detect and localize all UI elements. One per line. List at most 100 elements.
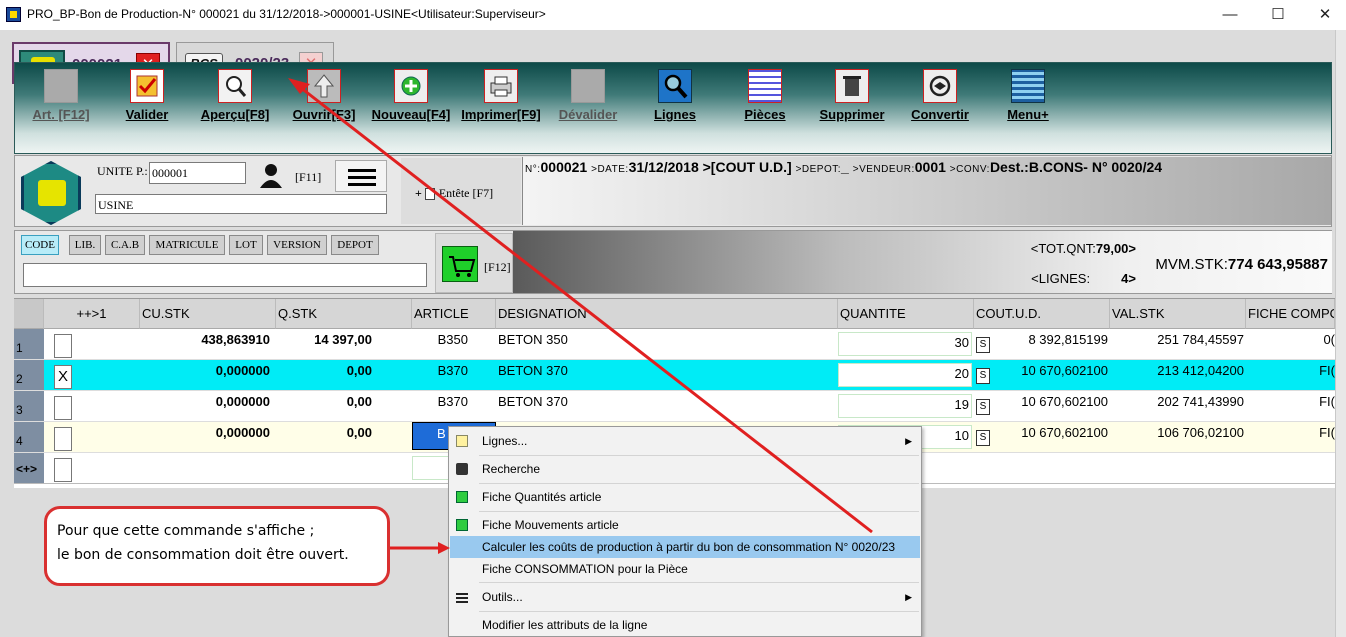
lignes-button[interactable]: Lignes [651, 69, 699, 122]
unite-label: UNITE P.: [97, 164, 148, 178]
user-icon[interactable] [253, 160, 289, 192]
usine-field[interactable]: USINE [95, 194, 387, 214]
menu-item-modifier-attributs[interactable]: Modifier les attributs de la ligne [450, 614, 920, 636]
add-to-cart-button[interactable]: [F12] [435, 233, 513, 293]
menu-item-label: Lignes... [482, 434, 528, 448]
col-header-order[interactable]: ++>1 [44, 299, 140, 329]
s-button[interactable]: S [976, 399, 990, 415]
green-m-icon [456, 519, 468, 531]
valider-button[interactable]: Valider [121, 69, 173, 122]
art-button[interactable]: Art. [F12] [31, 69, 91, 122]
button-label: Convertir [911, 107, 969, 122]
document-icon [456, 435, 468, 447]
menu-plus-button[interactable]: Menu+ [1003, 69, 1053, 122]
col-header-cu-stk[interactable]: CU.STK [140, 299, 276, 329]
q-stk-cell: 0,00 [346, 394, 372, 409]
tot-qnt-value: 79,00> [1095, 241, 1136, 256]
blank-square-icon [571, 69, 605, 103]
pieces-button[interactable]: Pièces [741, 69, 789, 122]
green-m-icon [456, 491, 468, 503]
magnifier-icon [218, 69, 252, 103]
cart-icon [442, 246, 478, 282]
search-tab-matricule[interactable]: MATRICULE [149, 235, 225, 255]
button-label: Supprimer [819, 107, 885, 122]
menu-item-label: Fiche Quantités article [482, 490, 602, 504]
s-button[interactable]: S [976, 337, 990, 353]
designation-cell[interactable]: BETON 370 [498, 391, 798, 421]
row-checkbox[interactable]: X [54, 365, 72, 389]
row-checkbox[interactable] [54, 334, 72, 358]
col-header-cout[interactable]: COUT.U.D. [974, 299, 1110, 329]
apercu-button[interactable]: Aperçu[F8] [199, 69, 271, 122]
search-tab-version[interactable]: VERSION [267, 235, 327, 255]
unite-field[interactable]: 000001 [149, 162, 246, 184]
button-label: Pièces [744, 107, 786, 122]
trash-icon [835, 69, 869, 103]
menu-item-fiche-mouvements[interactable]: Fiche Mouvements article [450, 514, 920, 536]
table-row[interactable]: 1 438,863910 14 397,00 B350 BETON 350 30… [14, 329, 1335, 360]
quantite-field[interactable]: 19 [838, 394, 972, 418]
quantite-field[interactable]: 30 [838, 332, 972, 356]
col-header-q-stk[interactable]: Q.STK [276, 299, 412, 329]
q-stk-cell: 0,00 [346, 425, 372, 440]
nouveau-button[interactable]: Nouveau[F4] [369, 69, 453, 122]
search-input[interactable] [23, 263, 427, 287]
devalider-button[interactable]: Dévalider [555, 69, 621, 122]
menu-item-label: Fiche CONSOMMATION pour la Pièce [482, 562, 688, 576]
search-tab-code[interactable]: CODE [21, 235, 59, 255]
search-tab-lot[interactable]: LOT [229, 235, 263, 255]
menu-item-fiche-quantites[interactable]: Fiche Quantités article [450, 486, 920, 508]
minimize-button[interactable]: — [1210, 4, 1250, 26]
vertical-scrollbar[interactable] [1335, 30, 1346, 637]
grid-corner [14, 299, 44, 329]
lignes-value: 4> [1121, 271, 1136, 286]
convertir-button[interactable]: Convertir [909, 69, 971, 122]
col-header-val-stk[interactable]: VAL.STK [1110, 299, 1246, 329]
menu-item-outils[interactable]: Outils... ▶ [450, 586, 920, 608]
q-stk-cell: 0,00 [346, 363, 372, 378]
col-header-fiche[interactable]: FICHE COMPO [1246, 299, 1335, 329]
search-tab-cab[interactable]: C.A.B [105, 235, 145, 255]
app-icon [6, 7, 21, 22]
search-tab-lib[interactable]: LIB. [69, 235, 101, 255]
designation-cell[interactable]: BETON 350 [498, 329, 798, 359]
close-window-button[interactable]: ✕ [1305, 4, 1345, 26]
article-cell[interactable]: B370 [412, 391, 468, 421]
menu-item-calculer-couts[interactable]: Calculer les coûts de production à parti… [450, 536, 920, 558]
row-number: 2 [14, 360, 44, 390]
col-header-designation[interactable]: DESIGNATION [496, 299, 838, 329]
convert-icon [923, 69, 957, 103]
menu-item-lignes[interactable]: Lignes... ▶ [450, 430, 920, 452]
document-info-bar: N°:000021 >DATE:31/12/2018 >[COUT U.D.] … [522, 157, 1331, 225]
table-row[interactable]: 3 0,000000 0,00 B370 BETON 370 19 S 10 6… [14, 391, 1335, 422]
row-checkbox[interactable] [54, 427, 72, 451]
menu-item-recherche[interactable]: Recherche [450, 458, 920, 480]
fiche-cell: 0( [1323, 332, 1335, 347]
entete-button[interactable]: + Entête [F7] [401, 158, 521, 224]
printer-icon [484, 69, 518, 103]
search-tab-depot[interactable]: DEPOT [331, 235, 379, 255]
button-label: Imprimer[F9] [461, 107, 541, 122]
s-button[interactable]: S [976, 368, 990, 384]
s-button[interactable]: S [976, 430, 990, 446]
new-row-marker: <+> [14, 453, 44, 483]
ouvrir-button[interactable]: Ouvrir[F3] [291, 69, 357, 122]
supprimer-button[interactable]: Supprimer [817, 69, 887, 122]
designation-cell[interactable]: BETON 370 [498, 360, 798, 390]
cu-stk-cell: 438,863910 [201, 332, 270, 347]
table-row[interactable]: 2 X 0,000000 0,00 B370 BETON 370 20 S 10… [14, 360, 1335, 391]
col-header-quantite[interactable]: QUANTITE [838, 299, 974, 329]
imprimer-button[interactable]: Imprimer[F9] [459, 69, 543, 122]
menu-item-fiche-consommation[interactable]: Fiche CONSOMMATION pour la Pièce [450, 558, 920, 580]
row-checkbox[interactable] [54, 396, 72, 420]
article-cell[interactable]: B370 [412, 360, 468, 390]
quantite-field[interactable]: 20 [838, 363, 972, 387]
maximize-button[interactable]: ☐ [1258, 4, 1298, 26]
n-value: 000021 [540, 159, 588, 175]
annotation-callout: Pour que cette commande s'affiche ; le b… [44, 506, 390, 586]
checkmark-icon [130, 69, 164, 103]
hamburger-menu-icon[interactable] [335, 160, 387, 192]
row-checkbox[interactable] [54, 458, 72, 482]
article-cell[interactable]: B350 [412, 329, 468, 359]
col-header-article[interactable]: ARTICLE [412, 299, 496, 329]
